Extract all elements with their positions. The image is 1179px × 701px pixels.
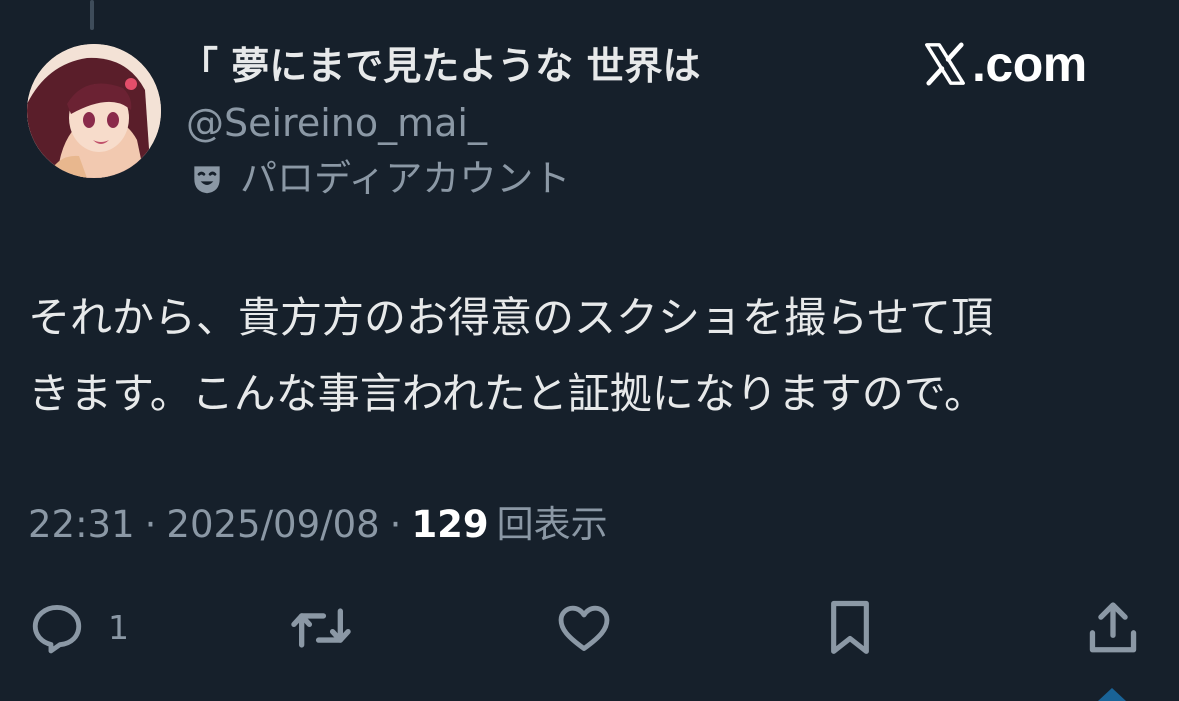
- bookmark-button[interactable]: [822, 596, 878, 660]
- reply-count: 1: [108, 608, 129, 647]
- views-label: 回表示: [496, 503, 608, 546]
- meta-separator: ·: [389, 503, 402, 546]
- tweet-time[interactable]: 22:31: [28, 499, 135, 551]
- avatar-image: [27, 44, 161, 178]
- x-logo-icon: [925, 42, 965, 86]
- brand-domain-text: .com: [972, 36, 1087, 92]
- meta-separator: ·: [144, 503, 157, 546]
- corner-indicator: [1098, 688, 1126, 701]
- author-handle[interactable]: @Seireino_mai_: [186, 97, 487, 149]
- views-count[interactable]: 129: [411, 499, 488, 551]
- retweet-icon: [291, 608, 351, 648]
- heart-icon: [558, 605, 610, 651]
- tweet-date[interactable]: 2025/09/08: [166, 499, 379, 551]
- thread-connector-line: [90, 0, 94, 30]
- tweet-action-bar: 1: [0, 596, 1179, 660]
- x-com-watermark: .com: [922, 32, 1087, 96]
- share-button[interactable]: [1084, 596, 1142, 660]
- tweet-text: それから、貴方方のお得意のスクショを撮らせて頂 きます。こんな事言われたと証拠に…: [28, 280, 1148, 432]
- parody-label-text: パロディアカウント: [240, 157, 571, 200]
- tweet-line: きます。こんな事言われたと証拠になりますので。: [28, 369, 987, 418]
- author-display-name[interactable]: 「 夢にまで見たような 世界は: [180, 40, 700, 92]
- theater-mask-icon: [194, 166, 220, 194]
- bookmark-icon: [831, 600, 869, 654]
- reply-button[interactable]: 1: [28, 596, 129, 660]
- avatar[interactable]: [27, 44, 161, 178]
- parody-account-label: パロディアカウント: [188, 153, 570, 205]
- like-button[interactable]: [554, 596, 614, 660]
- retweet-button[interactable]: [288, 596, 354, 660]
- tweet-meta: 22:31 · 2025/09/08 · 129 回表示: [28, 499, 608, 551]
- share-icon: [1089, 602, 1137, 653]
- reply-icon: [32, 605, 82, 654]
- tweet-line: それから、貴方方のお得意のスクショを撮らせて頂: [28, 293, 994, 342]
